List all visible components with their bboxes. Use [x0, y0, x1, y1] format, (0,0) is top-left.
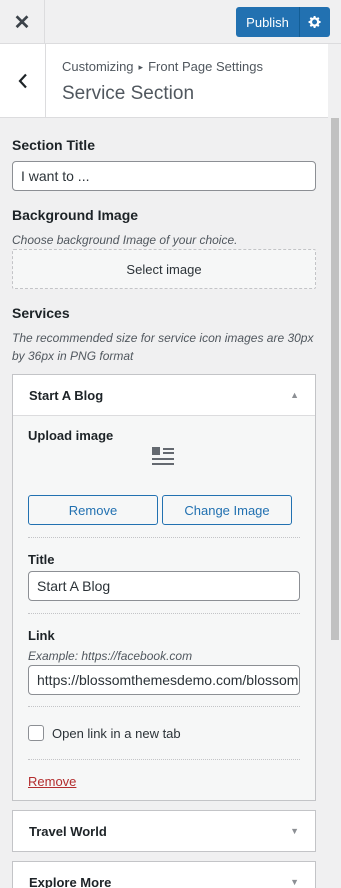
collapse-arrow-icon: ▲: [290, 390, 299, 400]
breadcrumb: Customizing ▸ Front Page Settings: [62, 59, 263, 74]
expand-arrow-icon: ▼: [290, 826, 299, 836]
service-item: Travel World ▼: [12, 810, 316, 852]
service-thumbnail-icon: [152, 447, 174, 465]
section-title-input[interactable]: I want to ...: [12, 161, 316, 191]
service-item-header[interactable]: Travel World ▼: [13, 811, 315, 851]
service-link-example: Example: https://facebook.com: [28, 649, 193, 663]
gear-icon: [308, 15, 321, 29]
publish-button[interactable]: Publish: [236, 7, 300, 37]
remove-service-link[interactable]: Remove: [28, 774, 76, 789]
service-item-title: Travel World: [29, 823, 107, 839]
breadcrumb-root: Customizing: [62, 59, 134, 74]
remove-image-button[interactable]: Remove: [28, 495, 158, 525]
back-button[interactable]: [0, 44, 46, 118]
publish-group: Publish: [236, 7, 330, 37]
divider: [28, 759, 300, 760]
select-image-button[interactable]: Select image: [12, 249, 316, 289]
divider: [28, 537, 300, 538]
background-image-description: Choose background Image of your choice.: [12, 233, 238, 247]
service-item-body: Upload image Remove Change Image Title S…: [13, 415, 315, 800]
service-item-header[interactable]: Explore More ▼: [13, 862, 315, 888]
service-item: Start A Blog ▲ Upload image Remove Chang…: [12, 374, 316, 801]
close-icon: ✕: [13, 11, 31, 34]
breadcrumb-separator-icon: ▸: [138, 62, 144, 72]
divider: [28, 613, 300, 614]
breadcrumb-parent: Front Page Settings: [148, 59, 263, 74]
service-link-input[interactable]: https://blossomthemesdemo.com/blossom: [28, 665, 300, 695]
upload-image-label: Upload image: [28, 428, 114, 443]
divider: [28, 706, 300, 707]
service-item-title: Start A Blog: [29, 387, 104, 403]
services-label: Services: [12, 305, 70, 321]
service-link-label: Link: [28, 628, 55, 643]
service-title-input[interactable]: Start A Blog: [28, 571, 300, 601]
close-customizer-button[interactable]: ✕: [0, 0, 45, 44]
section-title-label: Section Title: [12, 137, 95, 153]
service-item-header[interactable]: Start A Blog ▲: [13, 375, 315, 415]
service-title-label: Title: [28, 552, 55, 567]
scrollbar-thumb[interactable]: [331, 118, 339, 640]
customizer-topbar: ✕ Publish: [0, 0, 341, 44]
publish-settings-button[interactable]: [300, 7, 330, 37]
services-description: The recommended size for service icon im…: [12, 331, 314, 363]
chevron-left-icon: [18, 73, 27, 89]
service-item: Explore More ▼: [12, 861, 316, 888]
background-image-label: Background Image: [12, 207, 139, 223]
new-tab-label[interactable]: Open link in a new tab: [52, 726, 181, 741]
change-image-button[interactable]: Change Image: [162, 495, 292, 525]
page-title: Service Section: [62, 83, 195, 104]
new-tab-checkbox[interactable]: [28, 725, 44, 741]
expand-arrow-icon: ▼: [290, 877, 299, 887]
service-item-title: Explore More: [29, 874, 112, 888]
section-header: Customizing ▸ Front Page Settings Service …: [0, 44, 328, 118]
